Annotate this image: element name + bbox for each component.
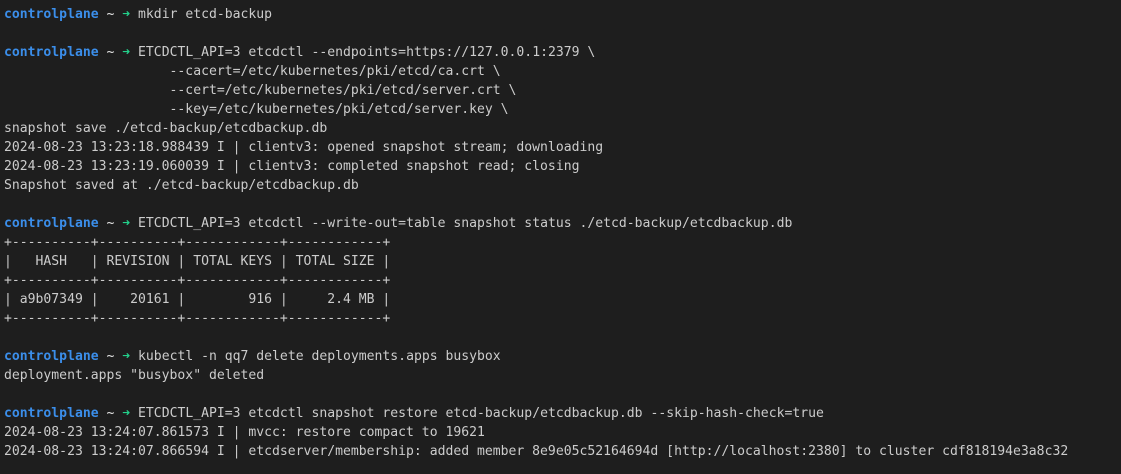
prompt-line: controlplane ~ ➜ ETCDCTL_API=3 etcdctl -… <box>4 214 1121 233</box>
prompt-host: controlplane <box>4 349 99 364</box>
output-text: deployment.apps "busybox" deleted <box>4 368 265 383</box>
output-text: | HASH | REVISION | TOTAL KEYS | TOTAL S… <box>4 254 391 269</box>
output-line: | HASH | REVISION | TOTAL KEYS | TOTAL S… <box>4 252 1121 271</box>
prompt-arrow-icon: ➜ <box>122 406 131 421</box>
command-text: ETCDCTL_API=3 etcdctl snapshot restore e… <box>130 406 824 421</box>
output-text: +----------+----------+------------+----… <box>4 311 391 326</box>
output-line: 2024-08-23 13:24:07.866594 I | etcdserve… <box>4 442 1121 461</box>
command-text: ETCDCTL_API=3 etcdctl --write-out=table … <box>130 216 793 231</box>
output-text: 2024-08-23 13:23:19.060039 I | clientv3:… <box>4 159 580 174</box>
output-line: --cert=/etc/kubernetes/pki/etcd/server.c… <box>4 81 1121 100</box>
output-line: 2024-08-23 13:24:07.861573 I | mvcc: res… <box>4 423 1121 442</box>
output-line: --key=/etc/kubernetes/pki/etcd/server.ke… <box>4 100 1121 119</box>
terminal-window[interactable]: controlplane ~ ➜ mkdir etcd-backup contro… <box>0 0 1121 474</box>
output-line: 2024-08-23 13:23:19.060039 I | clientv3:… <box>4 157 1121 176</box>
output-text: | a9b07349 | 20161 | 916 | 2.4 MB | <box>4 292 391 307</box>
output-text: --cert=/etc/kubernetes/pki/etcd/server.c… <box>4 83 517 98</box>
prompt-tilde: ~ <box>98 7 123 22</box>
output-line: +----------+----------+------------+----… <box>4 233 1121 252</box>
output-line: snapshot save ./etcd-backup/etcdbackup.d… <box>4 119 1121 138</box>
prompt-tilde: ~ <box>98 349 123 364</box>
output-line: | a9b07349 | 20161 | 916 | 2.4 MB | <box>4 290 1121 309</box>
output-line: +----------+----------+------------+----… <box>4 271 1121 290</box>
prompt-line: controlplane ~ ➜ ETCDCTL_API=3 etcdctl s… <box>4 404 1121 423</box>
output-text: +----------+----------+------------+----… <box>4 235 391 250</box>
prompt-arrow-icon: ➜ <box>122 45 131 60</box>
output-text: +----------+----------+------------+----… <box>4 273 391 288</box>
output-text: 2024-08-23 13:23:18.988439 I | clientv3:… <box>4 140 604 155</box>
prompt-tilde: ~ <box>98 45 123 60</box>
output-line: Snapshot saved at ./etcd-backup/etcdback… <box>4 176 1121 195</box>
output-line: --cacert=/etc/kubernetes/pki/etcd/ca.crt… <box>4 62 1121 81</box>
prompt-host: controlplane <box>4 406 99 421</box>
output-line: 2024-08-23 13:23:18.988439 I | clientv3:… <box>4 138 1121 157</box>
prompt-arrow-icon: ➜ <box>122 7 131 22</box>
command-text: ETCDCTL_API=3 etcdctl --endpoints=https:… <box>130 45 596 60</box>
prompt-line: controlplane ~ ➜ kubectl -n qq7 delete d… <box>4 347 1121 366</box>
command-text: mkdir etcd-backup <box>130 7 273 22</box>
output-line: deployment.apps "busybox" deleted <box>4 366 1121 385</box>
output-text: --key=/etc/kubernetes/pki/etcd/server.ke… <box>4 102 509 117</box>
output-text: 2024-08-23 13:24:07.861573 I | mvcc: res… <box>4 425 485 440</box>
output-text: --cacert=/etc/kubernetes/pki/etcd/ca.crt… <box>4 64 501 79</box>
prompt-host: controlplane <box>4 216 99 231</box>
prompt-line: controlplane ~ ➜ ETCDCTL_API=3 etcdctl -… <box>4 43 1121 62</box>
prompt-host: controlplane <box>4 7 99 22</box>
command-text: kubectl -n qq7 delete deployments.apps b… <box>130 349 501 364</box>
prompt-tilde: ~ <box>98 406 123 421</box>
output-line: +----------+----------+------------+----… <box>4 309 1121 328</box>
output-text: 2024-08-23 13:24:07.866594 I | etcdserve… <box>4 444 1069 459</box>
output-text: snapshot save ./etcd-backup/etcdbackup.d… <box>4 121 328 136</box>
prompt-line: controlplane ~ ➜ mkdir etcd-backup <box>4 5 1121 24</box>
prompt-arrow-icon: ➜ <box>122 216 131 231</box>
prompt-host: controlplane <box>4 45 99 60</box>
prompt-arrow-icon: ➜ <box>122 349 131 364</box>
output-text: Snapshot saved at ./etcd-backup/etcdback… <box>4 178 359 193</box>
prompt-tilde: ~ <box>98 216 123 231</box>
